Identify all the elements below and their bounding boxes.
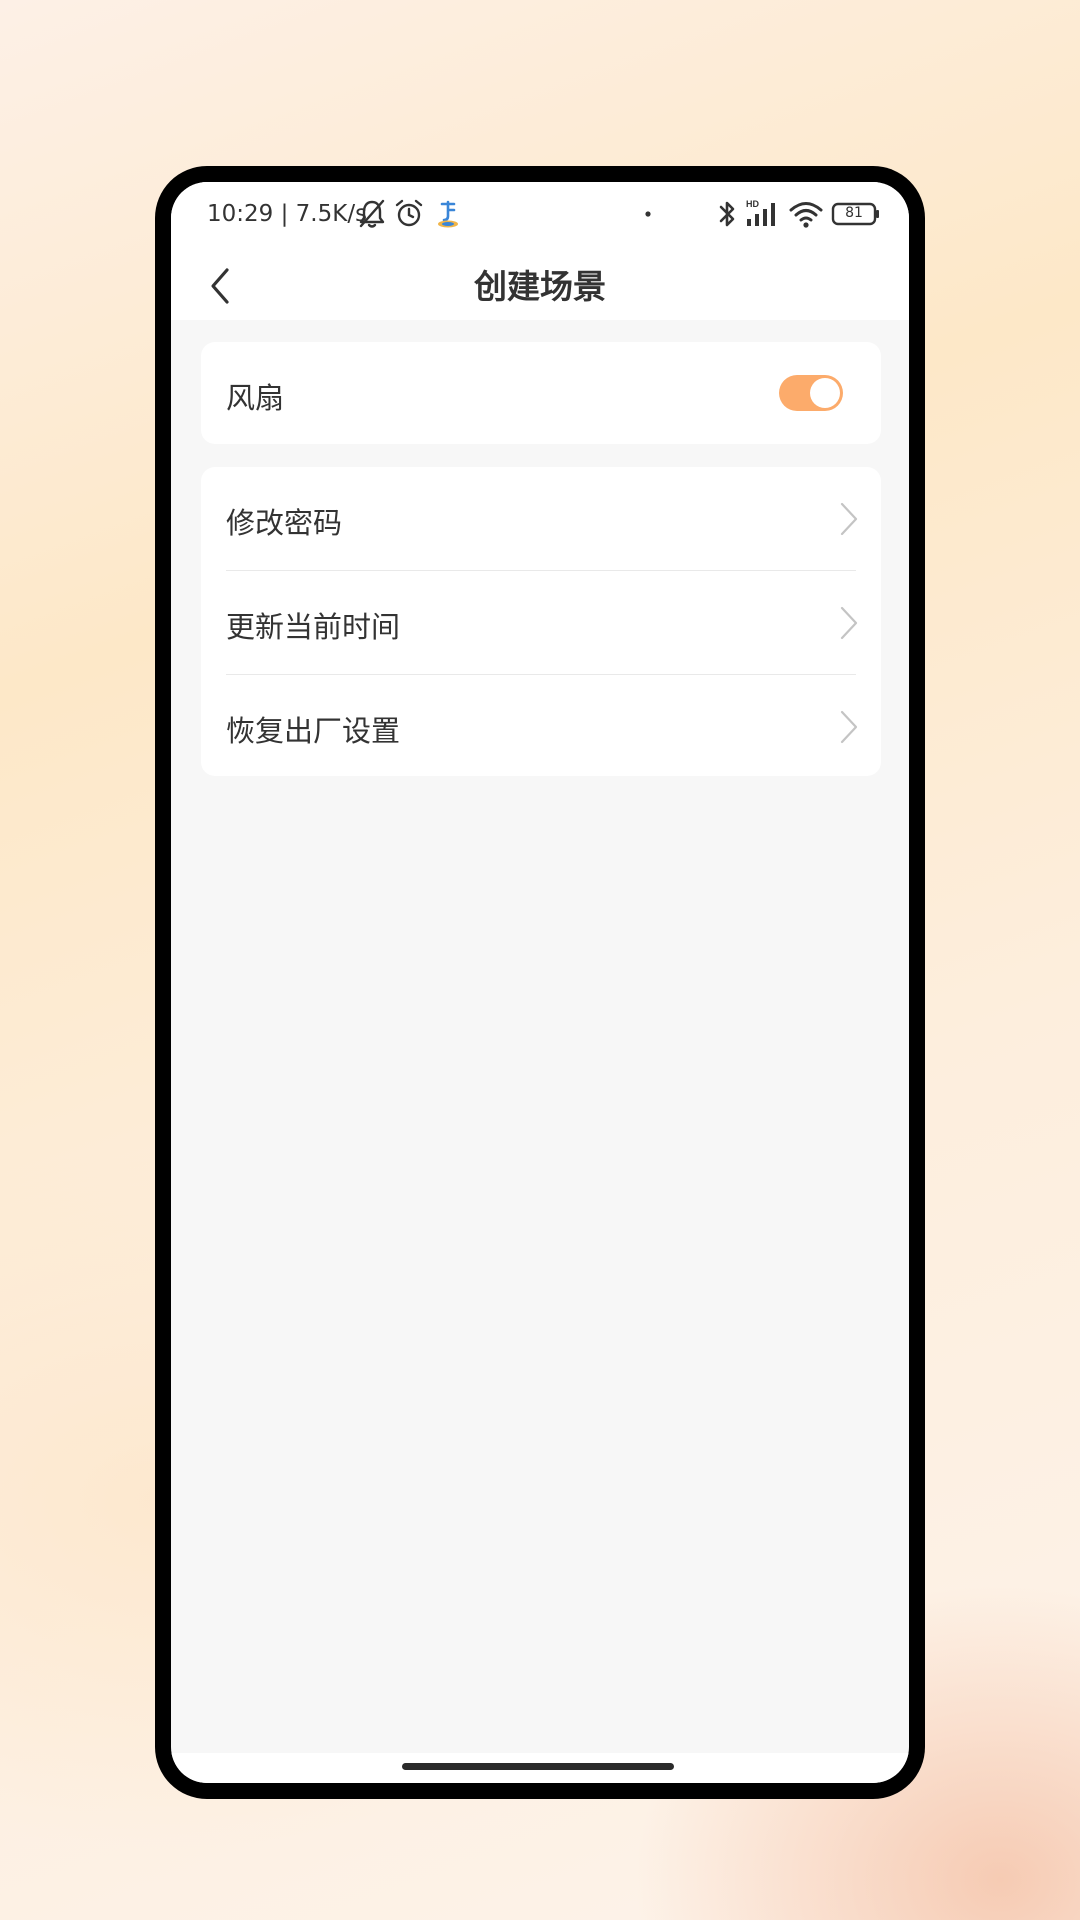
chevron-right-icon [840, 606, 858, 640]
settings-item-change-password[interactable]: 修改密码 [201, 467, 881, 570]
settings-item-label: 更新当前时间 [226, 610, 401, 644]
chevron-right-icon [840, 710, 858, 744]
home-indicator[interactable] [402, 1763, 674, 1770]
status-bar: 10:29 | 7.5K/s HD 81 [171, 182, 909, 248]
status-icons-right: HD [171, 198, 909, 230]
settings-card: 修改密码 更新当前时间 恢复出厂设置 [201, 467, 881, 776]
app-screen: 10:29 | 7.5K/s HD 81 创建场景 风扇 修改密码 更新当前时间… [171, 182, 909, 1783]
settings-item-update-time[interactable]: 更新当前时间 [201, 571, 881, 674]
wifi-icon [789, 202, 823, 228]
fan-card: 风扇 [201, 342, 881, 444]
battery-level: 81 [845, 205, 863, 221]
svg-text:HD: HD [746, 199, 759, 209]
chevron-right-icon [840, 502, 858, 536]
settings-item-label: 恢复出厂设置 [226, 714, 401, 748]
settings-item-factory-reset[interactable]: 恢复出厂设置 [201, 675, 881, 778]
toggle-knob [810, 378, 840, 408]
hd-signal-icon: HD [746, 199, 775, 226]
phone-frame: 10:29 | 7.5K/s HD 81 创建场景 风扇 修改密码 更新当前时间… [155, 166, 925, 1799]
page-title: 创建场景 [474, 267, 606, 306]
settings-item-label: 修改密码 [226, 506, 343, 540]
bluetooth-icon [719, 201, 735, 227]
fan-label: 风扇 [226, 381, 285, 415]
fan-toggle[interactable] [779, 375, 843, 411]
top-bar: 10:29 | 7.5K/s HD 81 创建场景 [171, 182, 909, 320]
